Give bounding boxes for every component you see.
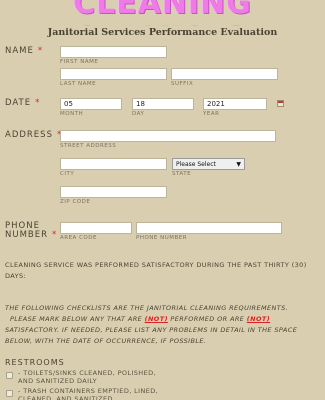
zip-code-sublabel: Zip Code [60,199,91,205]
not-emphasis: (NOT) [246,315,271,323]
month-sublabel: Month [60,111,84,117]
name-label: Name * [5,46,44,56]
year-sublabel: Year [203,111,220,117]
date-label: Date * [5,98,41,108]
checkbox[interactable] [6,372,13,379]
last-name-input[interactable] [60,68,167,80]
month-input[interactable]: 05 [60,98,122,110]
state-sublabel: State [172,171,192,177]
street-address-input[interactable] [60,130,276,142]
checklist-item-label: - Trash containers emptied, lined, clean… [18,387,159,400]
checklist-item-label: - Toilets/sinks cleaned, polished, and s… [18,369,156,385]
instructions-text: The following checklists are the janitor… [5,304,298,345]
banner-logo-text: Cleaning Services [73,0,252,26]
phone-number-input[interactable] [136,222,282,234]
required-mark: * [37,46,44,56]
area-code-sublabel: Area Code [60,235,97,241]
required-mark: * [35,98,41,108]
restrooms-heading: Restrooms [5,358,65,367]
suffix-sublabel: Suffix [171,81,194,87]
state-select[interactable]: Please Select ▼ [172,158,245,170]
first-name-input[interactable] [60,46,167,58]
not-emphasis: (NOT) [144,315,168,323]
phone-label: Phone Number * [5,221,58,240]
header-banner: Cleaning Services [0,0,325,26]
first-name-sublabel: First Name [60,59,99,65]
last-name-sublabel: Last Name [60,81,97,87]
required-mark: * [52,230,58,240]
phone-number-sublabel: Phone Number [136,235,188,241]
city-input[interactable] [60,158,167,170]
city-sublabel: City [60,171,75,177]
zip-code-input[interactable] [60,186,167,198]
chevron-down-icon: ▼ [236,161,241,168]
day-input[interactable]: 18 [132,98,194,110]
street-address-sublabel: Street Address [60,143,117,149]
day-sublabel: Day [132,111,145,117]
year-input[interactable]: 2021 [203,98,267,110]
satisfaction-statement: Cleaning service was performed satisfact… [5,261,307,280]
area-code-input[interactable] [60,222,132,234]
address-label: Address* [5,130,62,140]
checkbox[interactable] [6,390,13,397]
form-title: Janitorial Services Performance Evaluati… [47,27,278,38]
calendar-icon[interactable] [277,100,284,107]
suffix-input[interactable] [171,68,278,80]
